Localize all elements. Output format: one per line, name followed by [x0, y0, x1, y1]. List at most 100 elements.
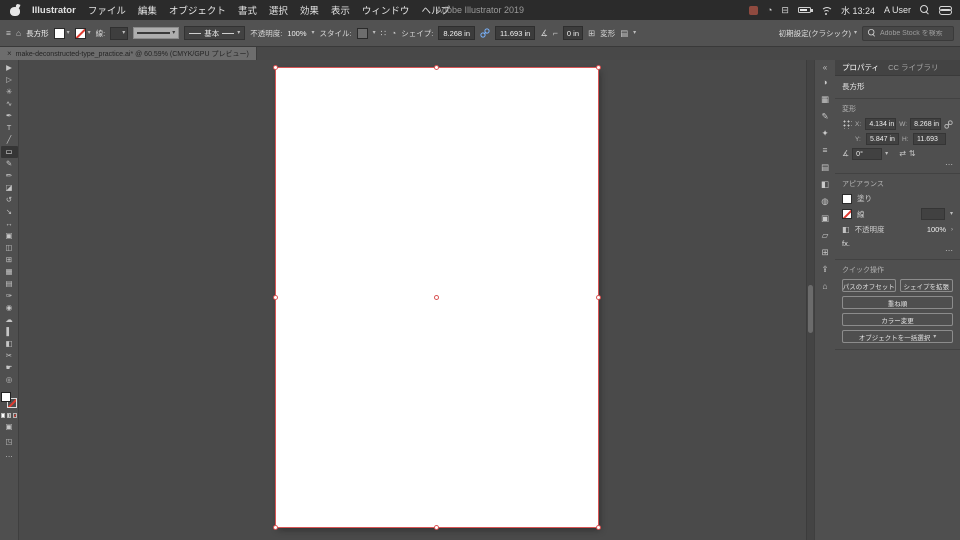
keyboard-icon[interactable]: ⊟: [781, 5, 789, 15]
free-transform-tool[interactable]: ▣: [1, 230, 18, 242]
select-similar-button[interactable]: オブジェクトを一括選択 ▾: [842, 330, 953, 343]
app-menu[interactable]: Illustrator: [32, 5, 76, 16]
selection-center-point[interactable]: [434, 294, 439, 300]
gradient-panel-icon[interactable]: ▤: [818, 161, 833, 173]
asset-export-panel-icon[interactable]: ⇪: [818, 263, 833, 275]
appearance-more-options[interactable]: ⋯: [842, 247, 953, 255]
selection-handle[interactable]: [596, 525, 601, 530]
selection-handle[interactable]: [434, 65, 439, 70]
stroke-weight-field[interactable]: [920, 208, 945, 220]
arrange-icon[interactable]: ▤: [620, 29, 628, 38]
expand-shape-button[interactable]: シェイプを拡張: [899, 279, 953, 292]
edit-toolbar-button[interactable]: ⋯: [1, 451, 18, 463]
menu-edit[interactable]: 編集: [138, 3, 157, 17]
swatches-panel-icon[interactable]: ▦: [818, 93, 833, 105]
opacity-value[interactable]: 100%: [927, 225, 946, 234]
shear-icon[interactable]: ∡: [540, 29, 548, 38]
arrange-button[interactable]: 重ね順: [842, 296, 953, 309]
x-field[interactable]: 4.134 in: [865, 118, 897, 130]
vertical-scrollbar[interactable]: [806, 60, 814, 540]
gradient-button[interactable]: [6, 413, 12, 418]
magic-wand-tool[interactable]: ✳: [1, 86, 18, 98]
selection-handle[interactable]: [273, 525, 278, 530]
offset-path-button[interactable]: パスのオフセット: [842, 279, 896, 292]
recolor-button[interactable]: カラー変更: [842, 313, 953, 326]
stock-search[interactable]: [862, 25, 954, 41]
w-field[interactable]: 8.268 in: [910, 118, 941, 130]
wifi-icon[interactable]: [820, 6, 832, 15]
chevron-down-icon[interactable]: ▾: [885, 151, 888, 157]
stroke-weight-field[interactable]: ▾: [110, 26, 129, 40]
screen-mode-button[interactable]: ◳: [1, 436, 18, 448]
selection-handle[interactable]: [596, 294, 601, 300]
direct-selection-tool[interactable]: ▷: [1, 74, 18, 86]
flip-horizontal-icon[interactable]: ⇄: [899, 150, 906, 158]
pencil-tool[interactable]: ✏: [1, 170, 18, 182]
hand-tool[interactable]: ☛: [1, 362, 18, 374]
blend-tool[interactable]: ◉: [1, 302, 18, 314]
menu-effect[interactable]: 効果: [300, 3, 319, 17]
menu-object[interactable]: オブジェクト: [169, 3, 226, 17]
rotation-field[interactable]: 0°: [852, 148, 883, 160]
zoom-tool[interactable]: ◎: [1, 374, 18, 386]
width-tool[interactable]: ↔: [1, 218, 18, 230]
selection-tool[interactable]: ▶: [1, 62, 18, 74]
control-center-icon[interactable]: [939, 5, 952, 15]
close-icon[interactable]: ×: [7, 49, 12, 58]
graphic-styles-panel-icon[interactable]: ▣: [818, 212, 833, 224]
menu-view[interactable]: 表示: [331, 3, 350, 17]
selection-handle[interactable]: [596, 65, 601, 70]
screen-record-icon[interactable]: [748, 5, 758, 15]
brushes-panel-icon[interactable]: ✎: [818, 110, 833, 122]
transform-label[interactable]: 変形: [600, 28, 615, 39]
chevron-down-icon[interactable]: ▾: [312, 30, 315, 36]
brush-definition-dropdown[interactable]: 基本 ▾: [184, 26, 246, 40]
eraser-tool[interactable]: ◪: [1, 182, 18, 194]
none-button[interactable]: [12, 413, 18, 418]
menu-bar-clock[interactable]: 水 13:24: [841, 4, 875, 17]
h-field[interactable]: 11.693: [913, 133, 946, 145]
color-panel-icon[interactable]: ◑: [818, 76, 833, 88]
workspace-switcher[interactable]: 初期設定(クラシック) ▾: [779, 28, 857, 39]
slice-tool[interactable]: ✂: [1, 350, 18, 362]
lasso-tool[interactable]: ∿: [1, 98, 18, 110]
type-tool[interactable]: T: [1, 122, 18, 134]
document-tab[interactable]: × make-deconstructed-type_practice.ai* @…: [0, 47, 257, 60]
chevron-down-icon[interactable]: ▾: [950, 211, 953, 217]
column-graph-tool[interactable]: ▌: [1, 326, 18, 338]
home-icon[interactable]: ⌂: [16, 29, 21, 38]
shape-width-field[interactable]: 8.268 in: [438, 26, 476, 40]
opacity-value[interactable]: 100%: [287, 29, 306, 38]
perspective-grid-tool[interactable]: ⊞: [1, 254, 18, 266]
artboards-panel-icon[interactable]: ⊞: [818, 246, 833, 258]
corner-radius-field[interactable]: 0 in: [562, 26, 584, 40]
style-swatch[interactable]: [356, 27, 368, 39]
eyedropper-tool[interactable]: ✑: [1, 290, 18, 302]
transform-grid-icon[interactable]: ⊞: [588, 29, 595, 38]
color-button[interactable]: [0, 413, 6, 418]
transform-more-options[interactable]: ⋯: [842, 161, 953, 169]
corner-options-icon[interactable]: ∷: [381, 29, 386, 38]
shape-builder-tool[interactable]: ◫: [1, 242, 18, 254]
symbols-panel-icon[interactable]: ✦: [818, 127, 833, 139]
chevron-right-icon[interactable]: ›: [951, 227, 953, 233]
selection-handle[interactable]: [273, 294, 278, 300]
canvas[interactable]: [19, 60, 814, 540]
tab-cc-libraries[interactable]: CC ライブラリ: [888, 62, 938, 73]
flip-vertical-icon[interactable]: ⇅: [909, 150, 916, 158]
transparency-panel-icon[interactable]: ◧: [818, 178, 833, 190]
menu-window[interactable]: ウィンドウ: [362, 3, 410, 17]
chevron-down-icon[interactable]: ▾: [633, 30, 636, 36]
chevron-down-icon[interactable]: ▾: [373, 30, 376, 36]
mesh-tool[interactable]: ▦: [1, 266, 18, 278]
constrain-proportions-icon[interactable]: [944, 119, 953, 129]
battery-icon[interactable]: [797, 7, 813, 13]
menu-file[interactable]: ファイル: [88, 3, 126, 17]
selection-handle[interactable]: [434, 525, 439, 530]
fill-color-swatch[interactable]: [842, 193, 852, 204]
paintbrush-tool[interactable]: ✎: [1, 158, 18, 170]
line-tool[interactable]: ╱: [1, 134, 18, 146]
stroke-color-swatch[interactable]: ▾: [74, 27, 91, 39]
stock-search-input[interactable]: [880, 29, 949, 37]
fill-swatch-icon[interactable]: [1, 392, 11, 402]
